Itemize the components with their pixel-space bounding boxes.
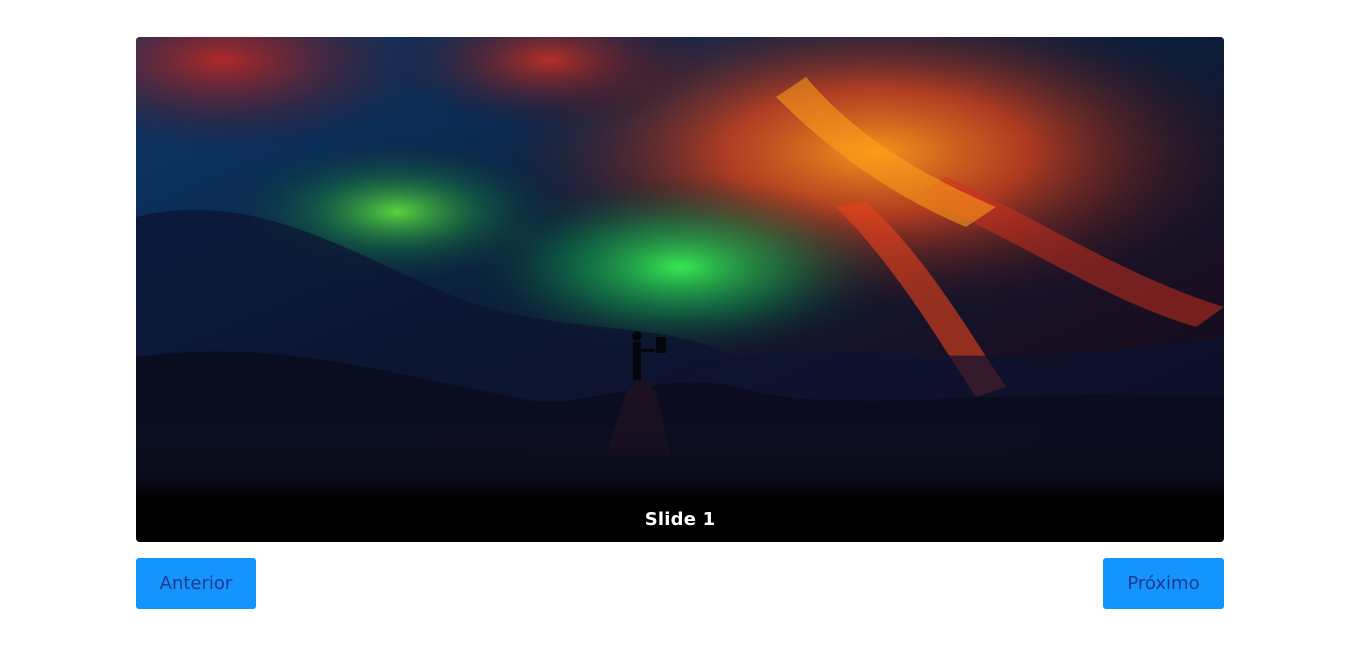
image-carousel: Slide 1 [136,37,1224,542]
slide-caption: Slide 1 [644,509,716,530]
next-button[interactable]: Próximo [1103,558,1224,609]
previous-button[interactable]: Anterior [136,558,256,609]
slide-caption-bar: Slide 1 [136,483,1224,542]
slide-image [136,37,1224,497]
